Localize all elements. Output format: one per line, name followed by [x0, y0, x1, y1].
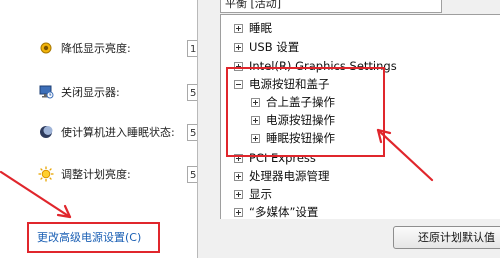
tree-item-label: USB 设置: [249, 40, 300, 54]
sun-brightness-icon: [38, 166, 54, 182]
expand-icon[interactable]: [234, 23, 243, 33]
expand-icon[interactable]: [234, 189, 243, 199]
brightness-dim-icon: [38, 40, 54, 56]
restore-plan-defaults-button[interactable]: 还原计划默认值: [393, 226, 500, 249]
setting-label: 使计算机进入睡眠状态:: [61, 126, 175, 139]
tree-item-processor-power[interactable]: 处理器电源管理: [234, 167, 330, 185]
setting-dim-display: 降低显示亮度:: [38, 38, 131, 58]
power-plan-combo[interactable]: 平衡 [活动]: [220, 0, 442, 13]
highlight-box-advanced-link: [27, 222, 160, 253]
tree-item-multimedia[interactable]: “多媒体”设置: [234, 203, 318, 219]
setting-adjust-brightness: 调整计划亮度:: [38, 164, 131, 184]
tree-item-label: “多媒体”设置: [249, 205, 319, 219]
expand-icon[interactable]: [234, 171, 243, 181]
tree-item-label: 显示: [249, 187, 272, 201]
moon-sleep-icon: [38, 124, 54, 140]
setting-label: 降低显示亮度:: [61, 42, 131, 55]
highlight-box-power-buttons: [226, 67, 385, 157]
tree-item-label: 处理器电源管理: [249, 169, 330, 183]
setting-sleep: 使计算机进入睡眠状态:: [38, 122, 175, 142]
monitor-off-icon: [38, 84, 54, 100]
tree-item-usb-settings[interactable]: USB 设置: [234, 38, 299, 56]
tree-item-display[interactable]: 显示: [234, 185, 272, 203]
setting-label: 关闭显示器:: [61, 86, 120, 99]
power-plan-settings-panel: 降低显示亮度: 1 关闭显示器: 5 使计算机进入睡眠状态: 5 调整计划亮度:…: [0, 0, 199, 258]
tree-item-label: 睡眠: [249, 21, 272, 35]
expand-icon[interactable]: [234, 207, 243, 217]
tree-item-sleep[interactable]: 睡眠: [234, 19, 272, 37]
setting-turn-off-display: 关闭显示器:: [38, 82, 120, 102]
expand-icon[interactable]: [234, 42, 243, 52]
setting-label: 调整计划亮度:: [61, 168, 131, 181]
